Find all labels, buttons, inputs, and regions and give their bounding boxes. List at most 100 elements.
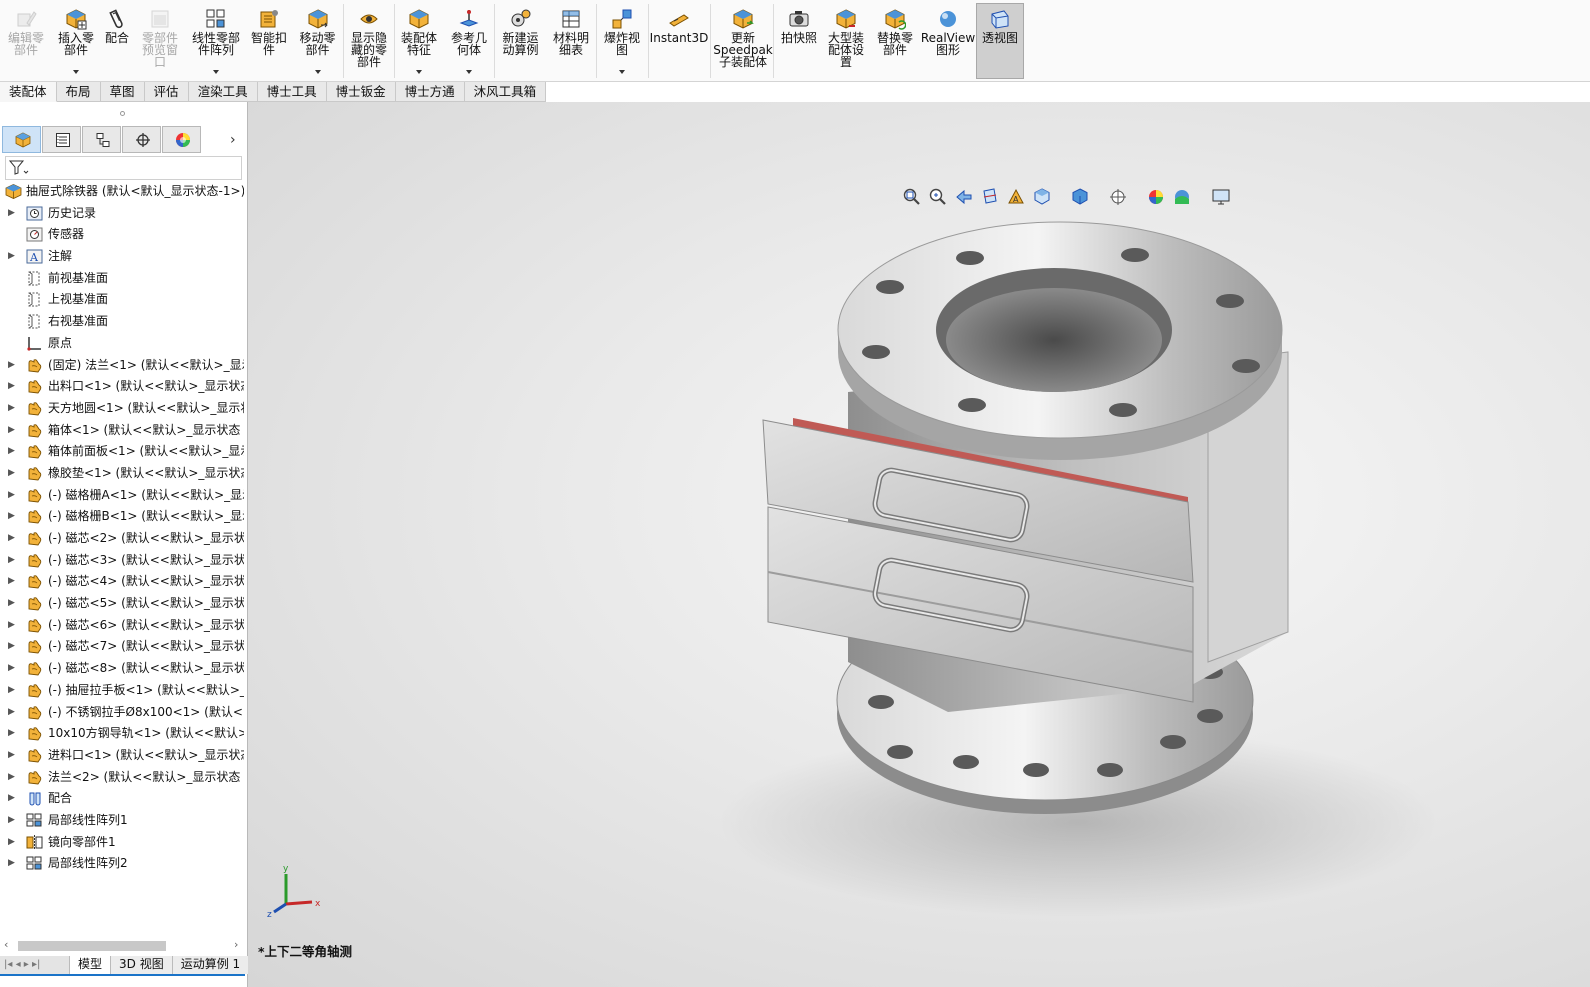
tree-item[interactable]: ▶ (固定) 法兰<1> (默认<<默认>_显示 xyxy=(0,355,244,377)
expand-arrow-icon[interactable]: ▶ xyxy=(8,528,15,549)
tab-2[interactable]: 草图 xyxy=(100,82,145,102)
tree-item[interactable]: 右视基准面 xyxy=(0,311,244,333)
tree-item[interactable]: ▶ (-) 磁芯<8> (默认<<默认>_显示状态 xyxy=(0,658,244,680)
tree-item[interactable]: ▶ 局部线性阵列2 xyxy=(0,853,244,875)
linear-pattern-button[interactable]: 线性零部 件阵列 xyxy=(186,4,246,78)
tree-item[interactable]: ▶ (-) 磁格栅A<1> (默认<<默认>_显示 xyxy=(0,485,244,507)
dropdown-arrow-icon[interactable] xyxy=(466,70,472,74)
zoom-to-fit-button[interactable] xyxy=(899,185,925,207)
tree-rollback-bar[interactable] xyxy=(0,974,245,976)
expand-arrow-icon[interactable]: ▶ xyxy=(8,550,15,571)
perspective-button[interactable]: 透视图 xyxy=(976,3,1024,79)
tree-item[interactable]: ▶ 进料口<1> (默认<<默认>_显示状态 xyxy=(0,745,244,767)
expand-arrow-icon[interactable]: ▶ xyxy=(8,853,15,874)
edit-appearance-button[interactable] xyxy=(1143,185,1169,207)
tab-display-manager[interactable] xyxy=(162,126,201,153)
show-hidden-button[interactable]: 显示隐 藏的零 部件 xyxy=(343,4,395,78)
tree-item[interactable]: ▶ (-) 磁芯<2> (默认<<默认>_显示状态 xyxy=(0,528,244,550)
edit-component-button[interactable]: 编辑零 部件 xyxy=(0,4,52,78)
top-flange[interactable] xyxy=(837,221,1283,460)
instant3d-button[interactable]: Instant3D xyxy=(648,4,710,78)
tree-item[interactable]: ▶ (-) 磁芯<7> (默认<<默认>_显示状态 xyxy=(0,636,244,658)
expand-arrow-icon[interactable]: ▶ xyxy=(8,506,15,527)
tab-feature-tree[interactable] xyxy=(2,126,41,153)
scroll-left-icon[interactable]: ‹ xyxy=(4,938,8,951)
tree-item[interactable]: 原点 xyxy=(0,333,244,355)
expand-arrow-icon[interactable]: ▶ xyxy=(8,571,15,592)
expand-arrow-icon[interactable]: ▶ xyxy=(8,636,15,657)
expand-arrow-icon[interactable]: ▶ xyxy=(8,832,15,853)
apply-scene-button[interactable] xyxy=(1169,185,1195,207)
expand-arrow-icon[interactable]: ▶ xyxy=(8,702,15,723)
tree-item[interactable]: ▶ 历史记录 xyxy=(0,203,244,225)
expand-arrow-icon[interactable]: ▶ xyxy=(8,723,15,744)
scrollbar-thumb[interactable] xyxy=(18,941,166,951)
expand-arrow-icon[interactable]: ▶ xyxy=(8,658,15,679)
graphics-viewport[interactable]: A y x z xyxy=(248,102,1590,987)
chevron-right-icon[interactable]: › xyxy=(230,132,236,148)
mate-button[interactable]: 配合 xyxy=(100,4,134,78)
tree-root-assembly[interactable]: 抽屉式除铁器 (默认<默认_显示状态-1>) xyxy=(0,181,244,203)
expand-arrow-icon[interactable]: ▶ xyxy=(8,680,15,701)
tree-item[interactable]: ▶ 法兰<2> (默认<<默认>_显示状态 1 xyxy=(0,767,244,789)
assembly-features-button[interactable]: 装配体 特征 xyxy=(395,4,443,78)
bottom-tab-2[interactable]: 运动算例 1 xyxy=(172,956,250,974)
tab-3[interactable]: 评估 xyxy=(144,82,189,102)
tree-item[interactable]: 传感器 xyxy=(0,224,244,246)
expand-arrow-icon[interactable]: ▶ xyxy=(8,246,15,267)
zoom-to-area-button[interactable] xyxy=(925,185,951,207)
new-motion-study-button[interactable]: 新建运 动算例 xyxy=(495,4,546,78)
tree-item[interactable]: ▶ 10x10方钢导轨<1> (默认<<默认>_显 xyxy=(0,723,244,745)
tree-item[interactable]: ▶ (-) 磁芯<5> (默认<<默认>_显示状态 xyxy=(0,593,244,615)
insert-components-button[interactable]: 插入零 部件 xyxy=(52,4,100,78)
snapshot-button[interactable]: 拍快照 xyxy=(776,4,822,78)
tab-4[interactable]: 渲染工具 xyxy=(188,82,258,102)
tab-5[interactable]: 博士工具 xyxy=(257,82,327,102)
tree-item[interactable]: 前视基准面 xyxy=(0,268,244,290)
view-settings-button[interactable] xyxy=(1208,185,1234,207)
tree-filter[interactable] xyxy=(5,156,242,180)
tab-configuration-manager[interactable] xyxy=(82,126,121,153)
tree-item[interactable]: ▶ (-) 磁芯<6> (默认<<默认>_显示状态 xyxy=(0,615,244,637)
tree-item[interactable]: ▶ 局部线性阵列1 xyxy=(0,810,244,832)
expand-arrow-icon[interactable]: ▶ xyxy=(8,788,15,809)
dropdown-arrow-icon[interactable] xyxy=(73,70,79,74)
expand-arrow-icon[interactable]: ▶ xyxy=(8,615,15,636)
exploded-view-button[interactable]: 爆炸视 图 xyxy=(596,4,648,78)
tree-item[interactable]: ▶ (-) 磁芯<3> (默认<<默认>_显示状态 xyxy=(0,550,244,572)
section-view-button[interactable] xyxy=(977,185,1003,207)
dynamic-annotation-button[interactable]: A xyxy=(1003,185,1029,207)
update-speedpak-button[interactable]: 更新 Speedpak 子装配体 xyxy=(710,4,776,78)
dropdown-arrow-icon[interactable] xyxy=(619,70,625,74)
tree-item[interactable]: 上视基准面 xyxy=(0,289,244,311)
scroll-right-icon[interactable]: › xyxy=(234,938,238,951)
tree-item[interactable]: ▶ 镜向零部件1 xyxy=(0,832,244,854)
tree-item[interactable]: ▶ A 注解 xyxy=(0,246,244,268)
dropdown-arrow-icon[interactable] xyxy=(416,70,422,74)
tree-item[interactable]: ▶ (-) 磁芯<4> (默认<<默认>_显示状态 xyxy=(0,571,244,593)
tab-1[interactable]: 布局 xyxy=(56,82,101,102)
tree-item[interactable]: ▶ 配合 xyxy=(0,788,244,810)
component-preview-button[interactable]: 零部件 预览窗 口 xyxy=(134,4,186,78)
realview-button[interactable]: RealView 图形 xyxy=(920,4,976,78)
previous-view-button[interactable] xyxy=(951,185,977,207)
replace-components-button[interactable]: 替换零 部件 xyxy=(870,4,920,78)
expand-arrow-icon[interactable]: ▶ xyxy=(8,767,15,788)
reference-geometry-button[interactable]: 参考几 何体 xyxy=(443,4,495,78)
tree-item[interactable]: ▶ 箱体<1> (默认<<默认>_显示状态 1 xyxy=(0,420,244,442)
tab-dimxpert-manager[interactable] xyxy=(122,126,161,153)
tree-item[interactable]: ▶ 天方地圆<1> (默认<<默认>_显示状 xyxy=(0,398,244,420)
horizontal-scrollbar[interactable]: ‹ › xyxy=(2,938,246,954)
tree-item[interactable]: ▶ 出料口<1> (默认<<默认>_显示状态 xyxy=(0,376,244,398)
tab-0[interactable]: 装配体 xyxy=(0,82,57,102)
view-orientation-button[interactable] xyxy=(1029,185,1055,207)
expand-arrow-icon[interactable]: ▶ xyxy=(8,398,15,419)
tree-item[interactable]: ▶ 橡胶垫<1> (默认<<默认>_显示状态 xyxy=(0,463,244,485)
model-render[interactable] xyxy=(248,102,1590,987)
display-style-button[interactable] xyxy=(1067,185,1093,207)
tab-nav-arrows[interactable]: |◂ ◂ ▸ ▸| xyxy=(0,956,70,974)
bottom-tab-1[interactable]: 3D 视图 xyxy=(111,956,173,974)
expand-arrow-icon[interactable]: ▶ xyxy=(8,810,15,831)
expand-arrow-icon[interactable]: ▶ xyxy=(8,463,15,484)
large-assembly-button[interactable]: 大型装 配体设 置 xyxy=(822,4,870,78)
